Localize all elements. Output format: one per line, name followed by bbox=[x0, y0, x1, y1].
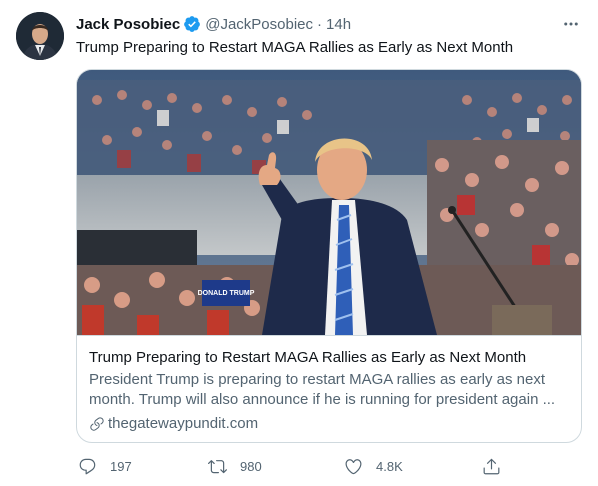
card-description: President Trump is preparing to restart … bbox=[89, 371, 556, 408]
reply-button[interactable]: 197 bbox=[76, 455, 132, 477]
like-count: 4.8K bbox=[376, 458, 403, 474]
reply-icon[interactable] bbox=[76, 455, 98, 477]
card-body[interactable]: Trump Preparing to Restart MAGA Rallies … bbox=[77, 335, 581, 434]
card-image[interactable]: DONALD TRUMP bbox=[77, 70, 581, 335]
link-icon bbox=[90, 417, 104, 431]
tweet-timestamp[interactable]: 14h bbox=[326, 16, 351, 33]
retweet-button[interactable]: 980 bbox=[206, 455, 262, 477]
author-name[interactable]: Jack Posobiec bbox=[76, 16, 180, 33]
card-domain[interactable]: thegatewaypundit.com bbox=[89, 414, 569, 434]
author-handle[interactable]: @JackPosobiec bbox=[205, 16, 313, 33]
card-domain-text[interactable]: thegatewaypundit.com bbox=[108, 414, 258, 434]
heart-icon[interactable] bbox=[342, 455, 364, 477]
like-button[interactable]: 4.8K bbox=[342, 455, 403, 477]
retweet-count: 980 bbox=[240, 458, 262, 474]
card-title[interactable]: Trump Preparing to Restart MAGA Rallies … bbox=[89, 348, 569, 368]
more-dots-icon[interactable] bbox=[560, 13, 582, 35]
separator-dot: · bbox=[317, 15, 323, 33]
retweet-icon[interactable] bbox=[206, 455, 228, 477]
share-icon[interactable] bbox=[480, 455, 502, 477]
tweet[interactable]: Jack Posobiec @JackPosobiec · 14h Trump … bbox=[0, 0, 598, 486]
tweet-text: Trump Preparing to Restart MAGA Rallies … bbox=[76, 39, 514, 56]
link-card[interactable]: DONALD TRUMP Trump Preparing to Restart … bbox=[76, 69, 582, 443]
rally-photo: DONALD TRUMP bbox=[77, 70, 581, 335]
reply-count: 197 bbox=[110, 458, 132, 474]
avatar[interactable] bbox=[16, 12, 64, 60]
rally-sign-text: DONALD TRUMP bbox=[198, 290, 255, 297]
tweet-header: Jack Posobiec @JackPosobiec · 14h bbox=[76, 13, 582, 35]
avatar-image bbox=[16, 12, 64, 60]
share-button[interactable] bbox=[480, 455, 502, 477]
tweet-actions: 197 980 4.8K bbox=[76, 455, 506, 477]
verified-badge-icon bbox=[184, 16, 201, 32]
